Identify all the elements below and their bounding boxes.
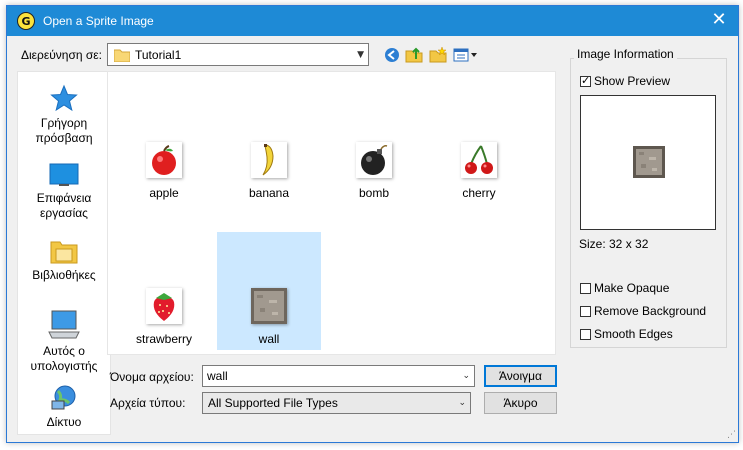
filetype-select[interactable]: All Supported File Types ⌄ xyxy=(202,392,471,414)
libraries-icon xyxy=(50,241,78,264)
filename-label: Όνομα αρχείου: xyxy=(110,370,194,384)
resize-grip-icon[interactable]: ⋰ xyxy=(727,430,736,440)
place-label: Επιφάνεια εργασίας xyxy=(36,191,92,220)
title-bar[interactable]: G Open a Sprite Image ✕ xyxy=(7,6,738,36)
open-sprite-dialog: G Open a Sprite Image ✕ Διερεύνηση σε: T… xyxy=(6,5,739,443)
place-desktop[interactable]: Επιφάνεια εργασίας xyxy=(18,163,110,221)
show-preview-checkbox[interactable]: Show Preview xyxy=(580,74,670,88)
desktop-icon xyxy=(49,163,79,186)
file-name: cherry xyxy=(462,186,496,200)
file-item-cherry[interactable]: cherry xyxy=(427,132,531,250)
filetype-value: All Supported File Types xyxy=(208,396,338,410)
location-combo[interactable]: Tutorial1 ▼ xyxy=(107,43,369,66)
place-label: Βιβλιοθήκες xyxy=(32,268,96,282)
checkbox-box[interactable] xyxy=(580,305,591,317)
file-name: strawberry xyxy=(135,332,192,346)
filetype-label: Αρχεία τύπου: xyxy=(110,396,186,410)
apple-icon xyxy=(146,142,182,178)
open-button[interactable]: Άνοιγμα xyxy=(484,365,557,387)
star-icon xyxy=(50,84,78,112)
file-list[interactable]: apple banana bomb cherry strawberry wall xyxy=(107,71,556,355)
chevron-down-icon[interactable]: ⌄ xyxy=(462,371,470,381)
file-name: bomb xyxy=(358,186,390,200)
view-menu-icon[interactable] xyxy=(453,46,479,64)
bomb-icon xyxy=(356,142,392,178)
cherry-icon xyxy=(461,142,497,178)
banana-icon xyxy=(251,142,287,178)
image-info-title: Image Information xyxy=(574,47,677,61)
file-item-bomb[interactable]: bomb xyxy=(322,132,426,250)
chevron-down-icon[interactable]: ▼ xyxy=(357,50,364,60)
make-opaque-checkbox[interactable]: Make Opaque xyxy=(580,281,669,295)
computer-icon xyxy=(48,310,80,339)
back-icon[interactable] xyxy=(383,46,401,64)
cancel-button[interactable]: Άκυρο xyxy=(484,392,557,414)
checkbox-box[interactable] xyxy=(580,282,591,294)
places-bar: Γρήγορη πρόσβαση Επιφάνεια εργασίας Βιβλ… xyxy=(17,71,111,435)
remove-background-checkbox[interactable]: Remove Background xyxy=(580,304,706,318)
network-icon xyxy=(51,385,76,410)
image-size: Size: 32 x 32 xyxy=(579,237,649,251)
smooth-edges-label: Smooth Edges xyxy=(594,327,673,341)
place-label: Αυτός ο υπολογιστής xyxy=(30,344,98,373)
location-label: Διερεύνηση σε: xyxy=(21,48,102,62)
place-this-pc[interactable]: Αυτός ο υπολογιστής xyxy=(18,310,110,374)
window-title: Open a Sprite Image xyxy=(43,14,154,28)
show-preview-label: Show Preview xyxy=(594,74,671,88)
remove-background-label: Remove Background xyxy=(594,304,707,318)
chevron-down-icon[interactable]: ⌄ xyxy=(458,398,466,408)
wall-icon xyxy=(251,288,287,324)
close-icon[interactable]: ✕ xyxy=(710,11,728,29)
place-quick-access[interactable]: Γρήγορη πρόσβαση xyxy=(18,84,110,146)
folder-icon xyxy=(114,49,130,62)
place-label: Δίκτυο xyxy=(46,415,82,429)
new-folder-icon[interactable] xyxy=(429,46,447,64)
place-network[interactable]: Δίκτυο xyxy=(18,385,110,430)
checkbox-box[interactable] xyxy=(580,328,591,340)
place-libraries[interactable]: Βιβλιοθήκες xyxy=(18,238,110,283)
checkbox-box[interactable] xyxy=(580,74,591,87)
wall-preview-icon xyxy=(633,146,665,178)
filename-input[interactable]: wall ⌄ xyxy=(202,365,475,387)
file-item-strawberry[interactable]: strawberry xyxy=(112,232,216,350)
place-label: Γρήγορη πρόσβαση xyxy=(35,116,93,145)
up-folder-icon[interactable] xyxy=(405,46,423,64)
smooth-edges-checkbox[interactable]: Smooth Edges xyxy=(580,327,673,341)
app-logo-icon: G xyxy=(17,12,35,30)
location-folder-name: Tutorial1 xyxy=(135,48,182,62)
strawberry-icon xyxy=(146,288,182,324)
file-name: banana xyxy=(248,186,290,200)
image-preview xyxy=(580,95,716,230)
make-opaque-label: Make Opaque xyxy=(594,281,670,295)
file-name: wall xyxy=(258,332,280,346)
file-item-wall[interactable]: wall xyxy=(217,232,321,350)
filename-value: wall xyxy=(207,369,228,383)
file-name: apple xyxy=(149,186,179,200)
